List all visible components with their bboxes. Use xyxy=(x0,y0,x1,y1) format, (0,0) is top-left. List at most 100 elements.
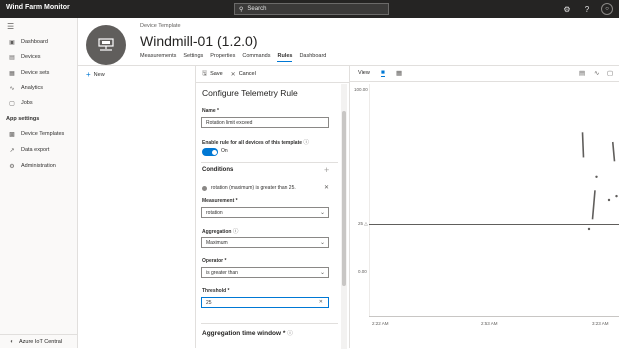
sidebar-item-analytics[interactable]: ∿ Analytics xyxy=(0,81,78,95)
hamburger-icon[interactable]: ☰ xyxy=(7,22,14,31)
toggle-label: On xyxy=(221,148,228,154)
tab-rules[interactable]: Rules xyxy=(277,53,293,62)
help-icon[interactable]: ? xyxy=(581,3,593,15)
plus-icon: + xyxy=(86,70,91,79)
info-icon[interactable]: ⓘ xyxy=(233,229,239,235)
rules-list: + New xyxy=(78,65,196,348)
add-condition-icon[interactable]: + xyxy=(324,165,329,175)
save-icon: 🖫 xyxy=(202,71,208,77)
tab-dashboard[interactable]: Dashboard xyxy=(299,53,326,62)
sidebar-item-label: Jobs xyxy=(21,100,33,106)
new-rule-label: New xyxy=(93,71,105,78)
save-button[interactable]: 🖫 Save xyxy=(202,69,223,79)
threshold-value: 25 xyxy=(206,299,212,306)
data-point xyxy=(615,194,618,198)
sidebar-item-dashboard[interactable]: ▣ Dashboard xyxy=(0,35,78,49)
data-point xyxy=(587,227,591,231)
chart-toolbar: View ■ ▦ ▤ ∿ ▢ xyxy=(350,66,619,82)
aggregation-select[interactable]: Maximum ⌄ xyxy=(201,237,329,248)
chevron-down-icon: ⌄ xyxy=(319,240,325,246)
sidebar-item-label: Dashboard xyxy=(21,39,48,45)
sidebar-item-devices[interactable]: ▤ Devices xyxy=(0,50,78,64)
condition-summary[interactable]: rotation (maximum) is greater than 25. xyxy=(202,185,296,191)
divider xyxy=(201,162,338,163)
tab-measurements[interactable]: Measurements xyxy=(140,53,176,62)
measurement-select[interactable]: rotation ⌄ xyxy=(201,207,329,218)
y-tick-label: 25 xyxy=(358,221,364,226)
device-sets-icon: ▦ xyxy=(9,70,15,77)
info-icon[interactable]: ⓘ xyxy=(287,331,293,337)
breadcrumb[interactable]: Device Template xyxy=(140,23,181,29)
x-axis xyxy=(369,316,619,317)
clear-icon[interactable]: ✕ xyxy=(319,299,323,305)
tab-properties[interactable]: Properties xyxy=(210,53,235,62)
name-field[interactable]: Rotation limit exceed xyxy=(201,117,329,128)
name-value: Rotation limit exceed xyxy=(206,119,253,126)
devices-icon: ▤ xyxy=(9,54,15,61)
x-tick: 3:23 AM xyxy=(592,321,609,326)
condition-summary-text: rotation (maximum) is greater than 25. xyxy=(211,185,296,191)
grid-view-icon[interactable]: ▦ xyxy=(396,69,402,77)
settings-icon[interactable]: ⚙ xyxy=(561,3,573,15)
x-tick: 2:22 AM xyxy=(372,321,389,326)
panel-title: Configure Telemetry Rule xyxy=(202,88,298,98)
conditions-heading: Conditions xyxy=(202,167,234,173)
device-template-header: Device Template Windmill-01 (1.2.0) Meas… xyxy=(78,18,619,65)
sidebar-item-label: Devices xyxy=(21,54,41,60)
page-title: Windmill-01 (1.2.0) xyxy=(140,33,258,49)
aggregation-window-label: Aggregation time window * xyxy=(202,330,286,337)
sidebar-item-device-sets[interactable]: ▦ Device sets xyxy=(0,66,78,80)
sidebar-footer[interactable]: ◐ Azure IoT Central xyxy=(0,334,78,348)
top-icons: ⚙ ? ○ xyxy=(561,3,613,15)
expand-icon[interactable]: ▢ xyxy=(607,69,613,77)
chevron-down-icon: ⌄ xyxy=(319,270,325,276)
sidebar-item-label: Device Templates xyxy=(21,131,65,137)
line-chart-icon[interactable]: ■ xyxy=(381,69,385,77)
series-segment xyxy=(611,141,616,162)
delete-condition-icon[interactable]: ✕ xyxy=(324,184,329,191)
account-icon[interactable]: ○ xyxy=(601,3,613,15)
sidebar-item-administration[interactable]: ⚙ Administration xyxy=(0,159,78,173)
configure-rule-panel: 🖫 Save ✕ Cancel Configure Telemetry Rule… xyxy=(196,65,350,349)
enable-rule-text: Enable rule for all devices of this temp… xyxy=(202,140,303,146)
chart-type-icon[interactable]: ∿ xyxy=(594,69,599,77)
search-icon: ⚲ xyxy=(239,6,244,13)
sidebar-item-label: Device sets xyxy=(21,70,50,76)
top-bar: Wind Farm Monitor ⚲ Search ⚙ ? ○ xyxy=(0,0,619,18)
info-icon[interactable]: ⓘ xyxy=(303,140,309,146)
enable-rule-label: Enable rule for all devices of this temp… xyxy=(202,138,309,146)
template-tabs: Measurements Settings Properties Command… xyxy=(140,53,326,62)
analytics-icon: ∿ xyxy=(9,85,15,92)
jobs-icon: ▢ xyxy=(9,100,15,107)
threshold-input[interactable]: 25 ✕ xyxy=(201,297,329,308)
save-label: Save xyxy=(210,71,223,77)
measurement-value: rotation xyxy=(206,209,223,216)
sidebar-item-label: Analytics xyxy=(21,85,44,91)
sidebar-item-label: Data export xyxy=(21,147,50,153)
telemetry-chart: View ■ ▦ ▤ ∿ ▢ 100.00 25 △ 0.00 2:22 AM … xyxy=(350,65,619,348)
new-rule-button[interactable]: + New xyxy=(86,70,105,79)
calendar-icon[interactable]: ▤ xyxy=(579,69,585,77)
operator-value: is greater than xyxy=(206,269,238,276)
sidebar-footer-label: Azure IoT Central xyxy=(19,338,63,345)
chevron-down-icon: ⌄ xyxy=(319,210,325,216)
scrollbar-thumb[interactable] xyxy=(342,111,346,286)
y-tick: 100.00 xyxy=(354,87,368,92)
threshold-label: Threshold * xyxy=(202,288,230,294)
tab-commands[interactable]: Commands xyxy=(242,53,270,62)
app-title: Wind Farm Monitor xyxy=(6,4,70,11)
sidebar-item-device-templates[interactable]: ▩ Device Templates xyxy=(0,127,78,141)
sidebar-section-title: App settings xyxy=(6,116,40,122)
sidebar-item-data-export[interactable]: ↗ Data export xyxy=(0,143,78,157)
x-tick: 2:53 AM xyxy=(481,321,498,326)
enable-rule-toggle[interactable] xyxy=(202,148,218,156)
sidebar-item-label: Administration xyxy=(21,163,56,169)
operator-select[interactable]: is greater than ⌄ xyxy=(201,267,329,278)
tab-settings[interactable]: Settings xyxy=(183,53,203,62)
cancel-button[interactable]: ✕ Cancel xyxy=(231,71,256,78)
search-box[interactable]: ⚲ Search xyxy=(234,3,389,15)
device-templates-icon: ▩ xyxy=(9,131,15,138)
azure-iot-icon: ◐ xyxy=(10,338,14,345)
sidebar-item-jobs[interactable]: ▢ Jobs xyxy=(0,96,78,110)
y-tick: 0.00 xyxy=(358,269,367,274)
